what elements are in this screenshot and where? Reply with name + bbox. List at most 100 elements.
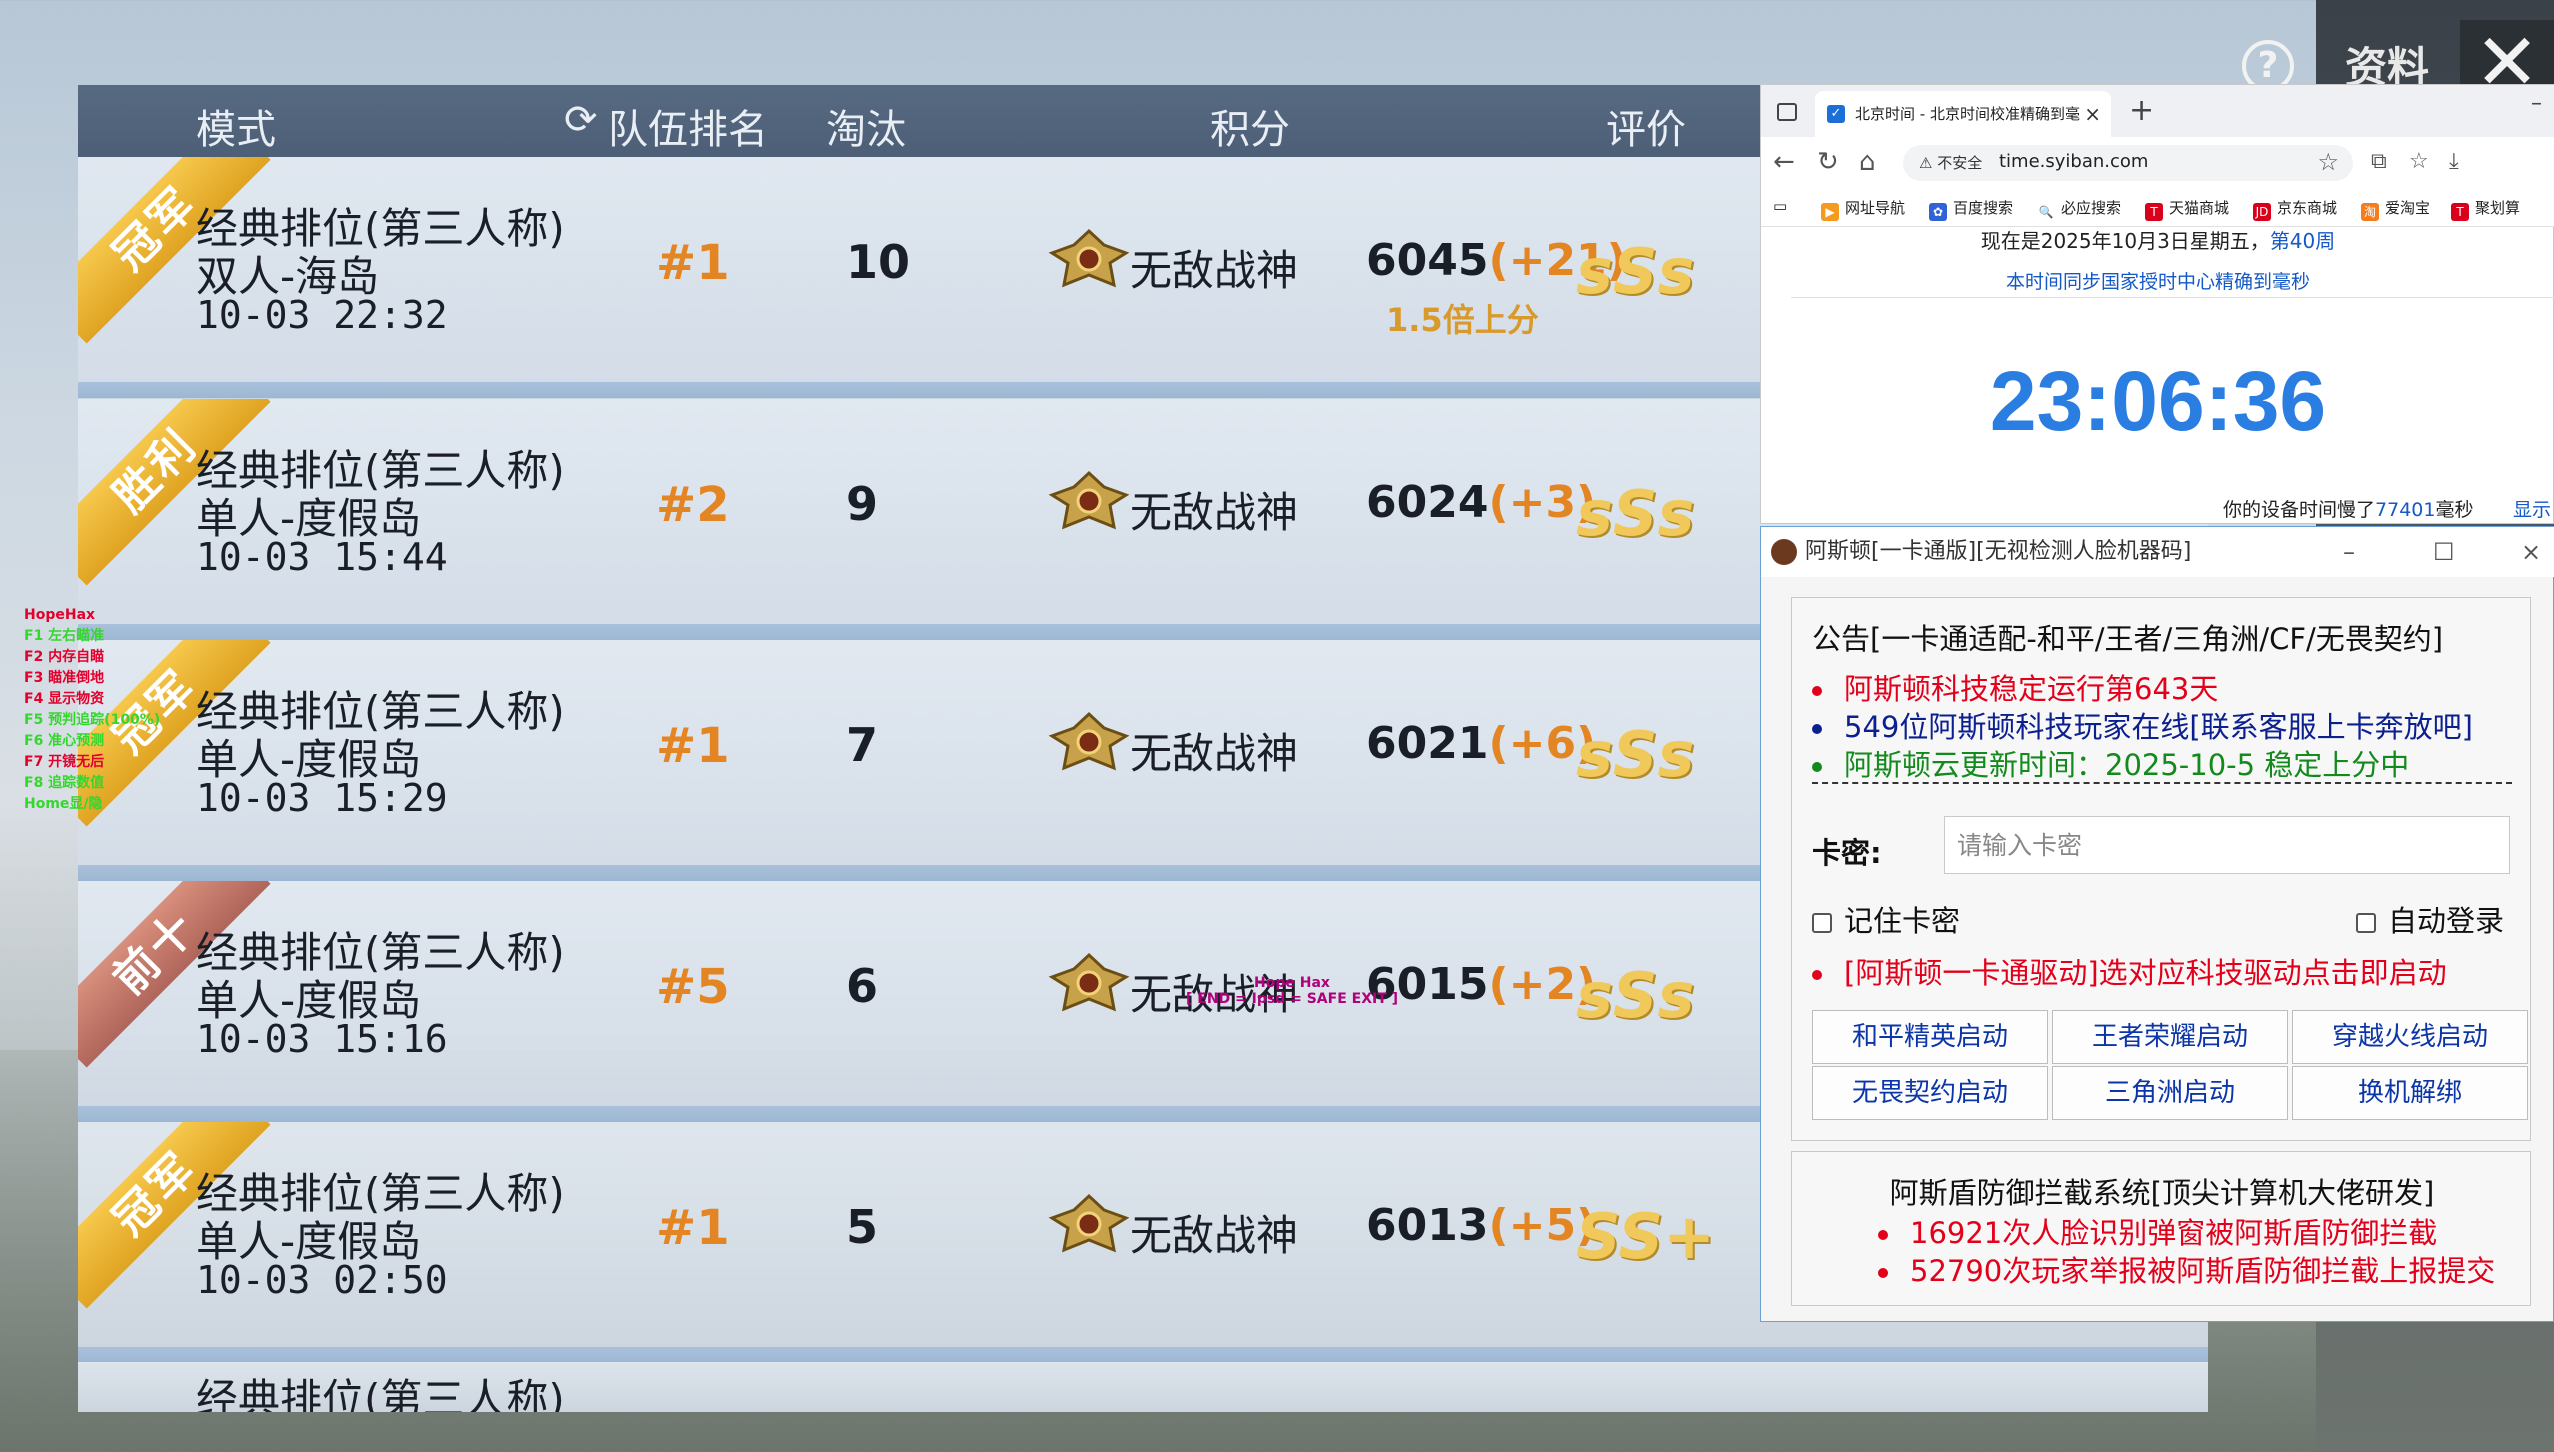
show-more-link[interactable]: 显示	[2513, 495, 2551, 522]
reading-list-icon[interactable]: ▭	[1773, 197, 1787, 215]
bookmarks-bar: ▭ ▶ 网址导航 ✿ 百度搜索 🔍 必应搜索 T 天猫商城 JD 京东商城 淘爱淘宝 T聚…	[1761, 187, 2554, 227]
url-text: time.syiban.com	[1999, 151, 2149, 172]
match-time: 10-03 02:50	[196, 1258, 448, 1302]
hack-hotkey-line: Home显/隐	[24, 796, 103, 812]
bookmark-7[interactable]: T 聚划算	[2451, 197, 2520, 221]
dashed-divider	[1812, 782, 2512, 784]
row-separator	[78, 1347, 2208, 1363]
login-panel: 公告[一卡通适配-和平/王者/三角洲/CF/无畏契约] 阿斯顿科技稳定运行第64…	[1791, 597, 2531, 1141]
check-icon: ✓	[1827, 105, 1845, 123]
maximize-icon[interactable]: ☐	[2433, 527, 2455, 577]
sidebar-toggle-icon[interactable]	[1777, 103, 1797, 121]
favorites-icon[interactable]: ☆	[2409, 149, 2429, 174]
hack-hotkey-line: F6 准心预测	[24, 733, 105, 749]
browser-tab[interactable]: ✓ 北京时间 - 北京时间校准精确到毫 ×	[1815, 91, 2111, 137]
tier-badge-icon	[1048, 1193, 1130, 1253]
remember-checkbox[interactable]: 记住卡密	[1812, 898, 1960, 940]
score-multiplier: 1.5倍上分	[1386, 301, 1539, 339]
hack-hotkey-line: F2 内存自瞄	[24, 649, 105, 665]
elimination-count: 5	[846, 1200, 879, 1254]
tier-title: 无敌战神	[1130, 488, 1299, 537]
hack-hotkey-line: F5 预判追踪(100%)	[24, 712, 161, 728]
sync-line: 本时间同步国家授时中心精确到毫秒	[2005, 271, 2310, 293]
match-time: 10-03 15:29	[196, 776, 448, 820]
nav-bar: ← ↻ ⌂ ⚠ 不安全 time.syiban.com ☆ ⧉ ☆ ⤓	[1761, 137, 2554, 187]
table-row-partial: 经典排位(第三人称)	[78, 1362, 2208, 1412]
launch-valorant-button[interactable]: 无畏契约启动	[1812, 1066, 2048, 1120]
star-icon[interactable]: ☆	[2317, 148, 2339, 176]
team-rank: #1	[656, 718, 730, 774]
hack-overlay: HopeHax F1 左右瞄准 F2 内存自瞄 F3 瞄准倒地 F4 显示物资 F5 预…	[24, 605, 160, 815]
elimination-count: 9	[846, 477, 879, 531]
card-key-label: 卡密:	[1812, 836, 1882, 870]
match-time: 10-03 22:32	[196, 293, 448, 337]
elimination-count: 10	[846, 235, 911, 289]
elimination-count: 6	[846, 959, 879, 1013]
rating-grade: sSs	[1576, 718, 1695, 791]
bullet-online: 549位阿斯顿科技玩家在线[联系客服上卡奔放吧]	[1812, 704, 2473, 746]
bookmark-5[interactable]: JD 京东商城	[2253, 197, 2337, 221]
tier-badge-icon	[1048, 228, 1130, 288]
launch-honor-of-kings-button[interactable]: 王者荣耀启动	[2052, 1010, 2288, 1064]
card-key-input[interactable]	[1944, 816, 2510, 874]
bookmark-1[interactable]: ▶ 网址导航	[1821, 197, 1905, 221]
dialog-title: 阿斯顿[一卡通版][无视检测人脸机器码]	[1805, 539, 2192, 564]
bookmark-3[interactable]: 🔍 必应搜索	[2037, 197, 2121, 221]
tier-badge-icon	[1048, 952, 1130, 1012]
new-tab-icon[interactable]: +	[2129, 93, 2154, 128]
tier-badge-icon	[1048, 711, 1130, 771]
tier-title: 无敌战神	[1130, 1211, 1299, 1260]
launch-delta-force-button[interactable]: 三角洲启动	[2052, 1066, 2288, 1120]
rating-grade: sSs	[1576, 477, 1695, 550]
refresh-icon[interactable]: ⟳	[564, 97, 598, 143]
browser-window: ✓ 北京时间 - 北京时间校准精确到毫 × + – ← ↻ ⌂ ⚠ 不安全 ti…	[1760, 84, 2554, 524]
tab-close-icon[interactable]: ×	[2084, 91, 2101, 137]
date-line: 现在是2025年10月3日星期五，第40周	[1980, 229, 2336, 253]
team-rank: #1	[656, 235, 730, 291]
home-icon[interactable]: ⌂	[1859, 147, 1876, 177]
bullet-runtime: 阿斯顿科技稳定运行第643天	[1812, 666, 2218, 708]
autologin-checkbox[interactable]: 自动登录	[2356, 898, 2504, 940]
launch-peace-elite-button[interactable]: 和平精英启动	[1812, 1010, 2048, 1064]
score-value: 6015(+2)	[1366, 959, 1597, 1010]
hack-hotkey-line: F7 开镜无后	[24, 754, 105, 770]
tier-title: 无敌战神	[1130, 729, 1299, 778]
extensions-icon[interactable]: ⧉	[2371, 149, 2387, 174]
col-team-rank: 队伍排名	[608, 107, 768, 153]
clock-display: 23:06:36	[1989, 354, 2327, 448]
bookmark-2[interactable]: ✿ 百度搜索	[1929, 197, 2013, 221]
notice-title: 公告[一卡通适配-和平/王者/三角洲/CF/无畏契约]	[1812, 622, 2444, 656]
launch-crossfire-button[interactable]: 穿越火线启动	[2292, 1010, 2528, 1064]
score-value: 6024(+3)	[1366, 477, 1597, 528]
col-score: 积分	[1210, 107, 1290, 153]
shield-title: 阿斯盾防御拦截系统[顶尖计算机大佬研发]	[1889, 1176, 2435, 1210]
back-icon[interactable]: ←	[1773, 147, 1795, 177]
bookmark-4[interactable]: T 天猫商城	[2145, 197, 2229, 221]
match-history-header: 模式 ⟳ 队伍排名 淘汰 积分 评价	[78, 85, 1858, 157]
download-icon[interactable]: ⤓	[2449, 149, 2459, 174]
match-time: 10-03 15:16	[196, 1017, 448, 1061]
tab-title: 北京时间 - 北京时间校准精确到毫	[1855, 105, 2080, 123]
minimize-icon[interactable]: –	[2343, 527, 2355, 577]
team-rank: #5	[656, 959, 730, 1015]
shield-panel: 阿斯盾防御拦截系统[顶尖计算机大佬研发] 16921次人脸识别弹窗被阿斯盾防御拦…	[1791, 1151, 2531, 1306]
divider	[1791, 297, 2554, 298]
bookmark-6[interactable]: 淘爱淘宝	[2361, 197, 2430, 221]
hack-hotkey-line: F8 追踪数值	[24, 775, 105, 791]
elimination-count: 7	[846, 718, 879, 772]
team-rank: #2	[656, 477, 730, 533]
insecure-badge[interactable]: ⚠ 不安全	[1919, 152, 1982, 173]
rating-grade: sSs	[1576, 235, 1695, 308]
col-eliminations: 淘汰	[826, 107, 906, 153]
rating-grade: SS+	[1576, 1200, 1716, 1273]
minimize-icon[interactable]: –	[2531, 91, 2542, 116]
score-value: 6021(+6)	[1366, 718, 1597, 769]
unbind-device-button[interactable]: 换机解绑	[2292, 1066, 2528, 1120]
col-rating: 评价	[1606, 107, 1686, 153]
app-logo-icon	[1771, 539, 1797, 565]
close-icon[interactable]: ×	[2521, 527, 2541, 577]
tier-title: 无敌战神	[1130, 246, 1299, 295]
reload-icon[interactable]: ↻	[1817, 147, 1839, 177]
shield-bullet-report: 52790次玩家举报被阿斯盾防御拦截上报提交	[1878, 1248, 2495, 1290]
address-bar[interactable]: ⚠ 不安全 time.syiban.com ☆	[1903, 145, 2353, 181]
